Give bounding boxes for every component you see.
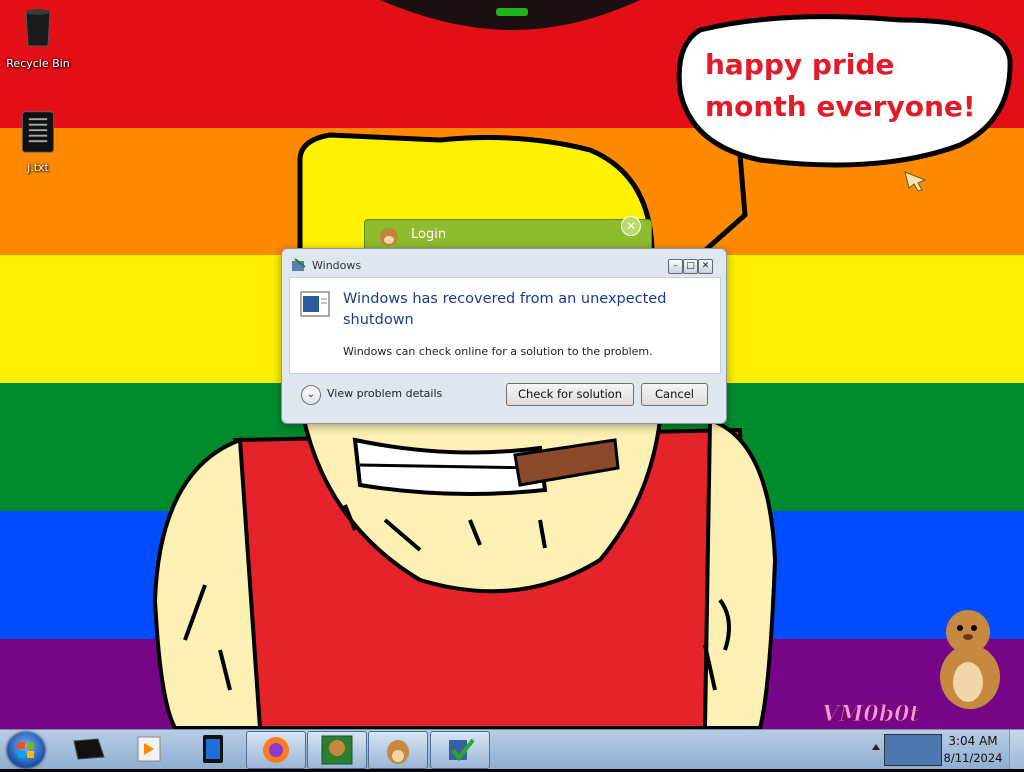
minimize-button[interactable]: – xyxy=(668,259,683,274)
login-window-titlebar[interactable]: Login ✕ xyxy=(364,216,652,249)
view-problem-details-link[interactable]: View problem details xyxy=(327,387,442,400)
login-close-button[interactable]: ✕ xyxy=(621,216,641,236)
desktop-icon-label: Recycle Bin xyxy=(6,57,70,70)
recycle-bin-icon xyxy=(25,9,51,47)
box-app-icon xyxy=(321,735,353,765)
dialog-titlebar[interactable]: Windows – □ ✕ xyxy=(282,249,726,277)
taskbar-check-app[interactable] xyxy=(430,731,490,769)
close-button[interactable]: ✕ xyxy=(698,259,713,274)
check-app-icon xyxy=(449,738,475,762)
login-window-title: Login xyxy=(411,227,447,242)
clock-date[interactable]: 8/11/2024 xyxy=(942,751,1004,765)
window-error-icon xyxy=(300,291,330,317)
desktop-icon-recycle-bin[interactable]: Recycle Bin xyxy=(3,6,73,70)
dialog-message: Windows can check online for a solution … xyxy=(343,345,653,358)
text-file-icon xyxy=(21,111,55,153)
taskbar-terminal-app[interactable] xyxy=(60,731,116,767)
taskbar-media-player[interactable] xyxy=(120,731,176,767)
desktop-icon-j-txt[interactable]: j.txt xyxy=(3,110,73,174)
taskbar-box-app[interactable] xyxy=(307,731,367,769)
check-for-solution-button[interactable]: Check for solution xyxy=(506,383,634,406)
system-tray: 3:04 AM 8/11/2024 xyxy=(864,730,1024,769)
maximize-button[interactable]: □ xyxy=(683,259,698,274)
dialog-heading: Windows has recovered from an unexpected… xyxy=(343,291,667,328)
dialog-content: Windows has recovered from an unexpected… xyxy=(289,277,721,374)
desktop-icon-label: j.txt xyxy=(27,161,49,174)
windows-app-icon xyxy=(292,258,306,271)
network-icon[interactable] xyxy=(884,734,942,766)
error-recovery-dialog: Windows – □ ✕ Windows has recovered from… xyxy=(281,248,727,424)
firefox-icon xyxy=(263,737,289,763)
dialog-footer: ⌄ View problem details Check for solutio… xyxy=(289,373,719,415)
hamster-mascot-icon xyxy=(940,610,1000,709)
terminal-app-icon xyxy=(73,738,105,760)
hamster-app-icon xyxy=(387,740,409,764)
show-hidden-icons-button[interactable] xyxy=(872,744,880,750)
start-orb-button[interactable] xyxy=(7,732,45,768)
windows-logo-icon xyxy=(18,742,34,758)
taskbar-hamster-app[interactable] xyxy=(368,731,428,769)
cancel-button[interactable]: Cancel xyxy=(641,383,708,406)
tablet-app-icon xyxy=(203,735,223,763)
taskbar-tablet-app[interactable] xyxy=(185,731,241,767)
hamster-icon xyxy=(380,228,398,246)
media-player-icon xyxy=(137,736,161,762)
speech-bubble-text: happy pride month everyone! xyxy=(705,48,976,123)
watermark: VM0b0t xyxy=(822,701,921,728)
taskbar-firefox[interactable] xyxy=(246,731,306,769)
clock-time[interactable]: 3:04 AM xyxy=(942,734,1004,748)
dialog-title: Windows xyxy=(312,259,362,272)
chevron-down-icon[interactable]: ⌄ xyxy=(301,385,321,405)
taskbar: 3:04 AM 8/11/2024 xyxy=(0,729,1024,769)
show-desktop-button[interactable] xyxy=(1009,730,1024,769)
